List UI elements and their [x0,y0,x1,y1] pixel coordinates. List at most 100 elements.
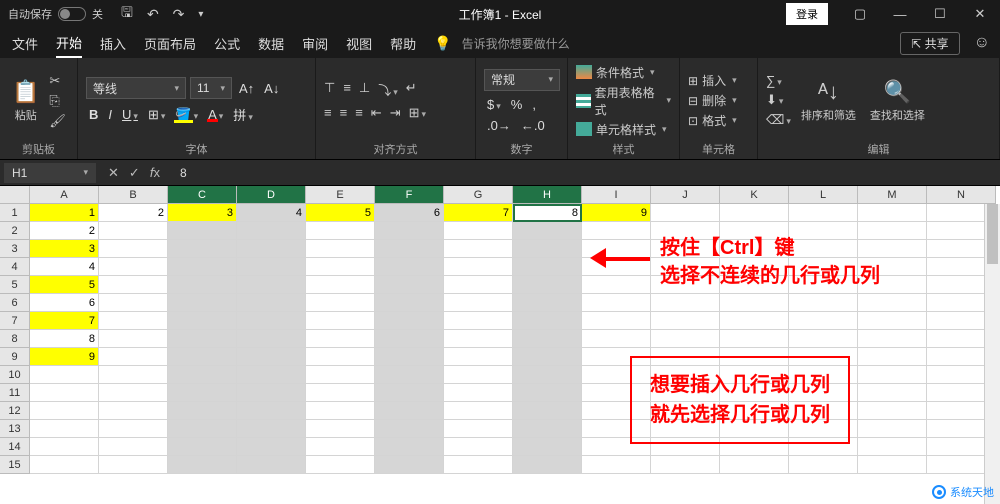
cell-B13[interactable] [99,420,168,438]
cell-J4[interactable] [651,258,720,276]
cell-H11[interactable] [513,384,582,402]
fill-color-button[interactable]: 🪣▾ [172,107,201,123]
cell-M7[interactable] [858,312,927,330]
clear-icon[interactable]: ⌫▾ [766,112,791,128]
fx-icon[interactable]: fx [150,165,160,181]
cell-G4[interactable] [444,258,513,276]
cell-M13[interactable] [858,420,927,438]
cell-C2[interactable] [168,222,237,240]
row-header-13[interactable]: 13 [0,420,30,438]
cut-icon[interactable]: ✂ [49,73,66,89]
cell-C15[interactable] [168,456,237,474]
cell-B15[interactable] [99,456,168,474]
col-header-E[interactable]: E [306,186,375,204]
tab-6[interactable]: 审阅 [302,30,328,57]
cell-G6[interactable] [444,294,513,312]
cell-F11[interactable] [375,384,444,402]
cell-D2[interactable] [237,222,306,240]
wrap-text-icon[interactable]: ↵ [406,80,417,99]
cell-G7[interactable] [444,312,513,330]
cell-K6[interactable] [720,294,789,312]
cell-F2[interactable] [375,222,444,240]
cell-D6[interactable] [237,294,306,312]
merge-icon[interactable]: ⊞▾ [409,105,426,121]
tellme-icon[interactable]: 💡 [434,35,451,52]
align-left-icon[interactable]: ≡ [324,105,332,121]
row-header-5[interactable]: 5 [0,276,30,294]
cell-K2[interactable] [720,222,789,240]
align-right-icon[interactable]: ≡ [355,105,363,121]
cell-H4[interactable] [513,258,582,276]
cell-G9[interactable] [444,348,513,366]
font-name-combo[interactable]: 等线▾ [86,77,186,99]
cell-G2[interactable] [444,222,513,240]
cell-B14[interactable] [99,438,168,456]
font-color-button[interactable]: A▾ [205,107,226,122]
cell-G3[interactable] [444,240,513,258]
shrink-font-icon[interactable]: A↓ [261,81,282,96]
currency-icon[interactable]: $▾ [484,97,504,112]
comma-icon[interactable]: , [529,97,539,112]
cell-E1[interactable]: 5 [306,204,375,222]
cell-K8[interactable] [720,330,789,348]
cell-B9[interactable] [99,348,168,366]
cell-L9[interactable] [789,348,858,366]
cell-K7[interactable] [720,312,789,330]
cell-A1[interactable]: 1 [30,204,99,222]
row-header-4[interactable]: 4 [0,258,30,276]
cell-K3[interactable] [720,240,789,258]
cell-L3[interactable] [789,240,858,258]
grow-font-icon[interactable]: A↑ [236,81,257,96]
cell-A15[interactable] [30,456,99,474]
cell-L10[interactable] [789,366,858,384]
cell-I1[interactable]: 9 [582,204,651,222]
row-header-6[interactable]: 6 [0,294,30,312]
cell-D9[interactable] [237,348,306,366]
redo-icon[interactable]: ↷ [173,6,185,23]
cell-C7[interactable] [168,312,237,330]
cell-I14[interactable] [582,438,651,456]
cell-M1[interactable] [858,204,927,222]
cell-J15[interactable] [651,456,720,474]
cell-H6[interactable] [513,294,582,312]
cell-M12[interactable] [858,402,927,420]
insert-cells-button[interactable]: ⊞插入▾ [688,72,737,89]
cell-C3[interactable] [168,240,237,258]
row-header-9[interactable]: 9 [0,348,30,366]
cell-G8[interactable] [444,330,513,348]
cell-E2[interactable] [306,222,375,240]
cell-F12[interactable] [375,402,444,420]
border-button[interactable]: ⊞▾ [145,107,168,123]
cell-D12[interactable] [237,402,306,420]
cell-J5[interactable] [651,276,720,294]
cell-style-button[interactable]: 单元格样式▾ [576,121,671,138]
font-size-combo[interactable]: 11▾ [190,77,232,99]
cell-K5[interactable] [720,276,789,294]
cell-E3[interactable] [306,240,375,258]
cell-A5[interactable]: 5 [30,276,99,294]
smiley-icon[interactable]: ☺ [974,34,990,52]
cell-B8[interactable] [99,330,168,348]
row-header-3[interactable]: 3 [0,240,30,258]
cell-E12[interactable] [306,402,375,420]
cell-F15[interactable] [375,456,444,474]
cell-I5[interactable] [582,276,651,294]
select-all-corner[interactable] [0,186,30,204]
cell-K12[interactable] [720,402,789,420]
col-header-L[interactable]: L [789,186,858,204]
orientation-icon[interactable]: ⤵▾ [378,80,398,99]
cell-A8[interactable]: 8 [30,330,99,348]
inc-decimal-icon[interactable]: .0→ [484,118,514,133]
ribbon-options-icon[interactable]: ▢ [840,0,880,28]
col-header-D[interactable]: D [237,186,306,204]
cell-C12[interactable] [168,402,237,420]
cell-L12[interactable] [789,402,858,420]
percent-icon[interactable]: % [508,97,526,112]
cell-A12[interactable] [30,402,99,420]
autosave-toggle[interactable] [58,7,86,21]
cell-A4[interactable]: 4 [30,258,99,276]
cell-D5[interactable] [237,276,306,294]
cell-G14[interactable] [444,438,513,456]
format-painter-icon[interactable]: 🖌 [49,113,66,129]
cell-I2[interactable] [582,222,651,240]
